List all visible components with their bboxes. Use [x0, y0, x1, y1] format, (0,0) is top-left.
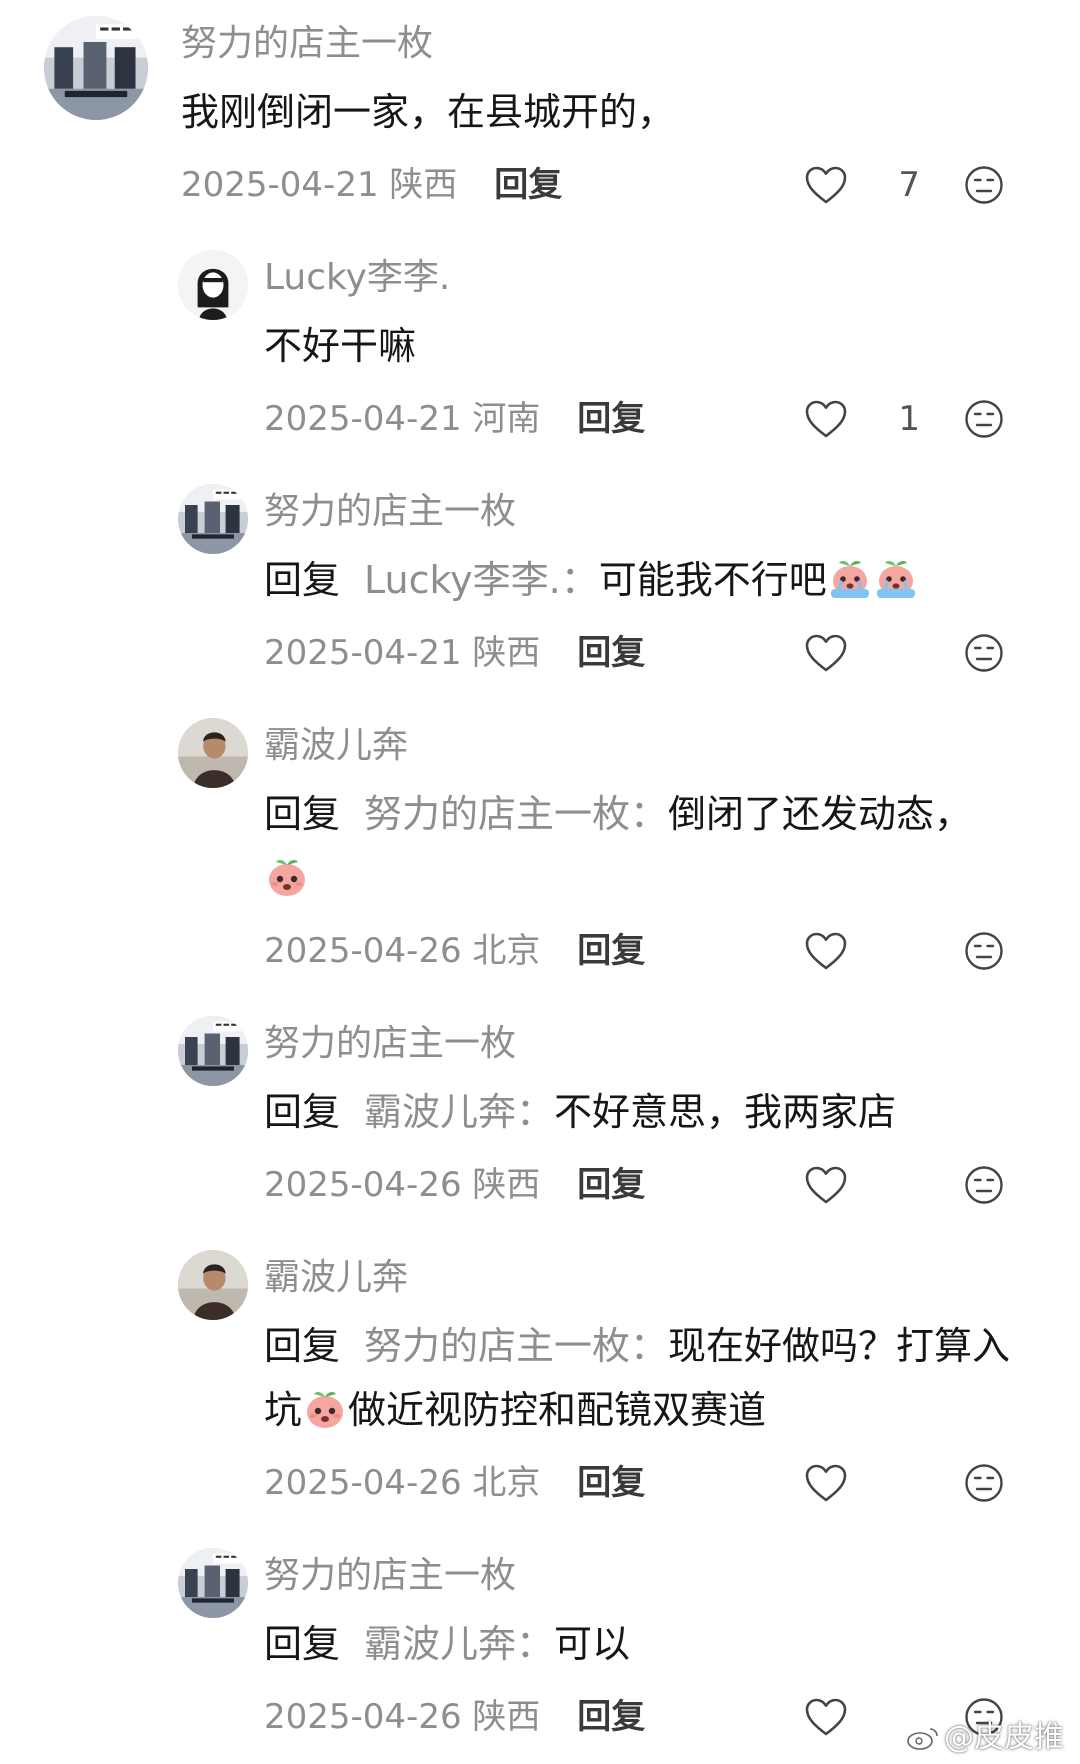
- mention-link[interactable]: 霸波儿奔：: [364, 1622, 554, 1666]
- neutral-face-icon: [964, 1165, 1004, 1205]
- mention-link[interactable]: 努力的店主一枚：: [364, 792, 668, 836]
- comment-date: 2025-04-26: [264, 931, 462, 971]
- reply-prefix: 回复: [264, 1090, 341, 1134]
- reply-prefix: 回复: [264, 1622, 341, 1666]
- comment-text: 回复 霸波儿奔：可以: [264, 1612, 1024, 1676]
- comment-date: 2025-04-26: [264, 1463, 462, 1503]
- username[interactable]: 霸波儿奔: [264, 1256, 408, 1300]
- username[interactable]: 努力的店主一枚: [264, 490, 516, 534]
- username[interactable]: 努力的店主一枚: [181, 22, 433, 66]
- heart-outline-icon: [804, 399, 848, 439]
- reply-prefix: 回复: [264, 558, 341, 602]
- watermark-text: @皮皮推: [944, 1720, 1064, 1755]
- heart-outline-icon: [804, 165, 848, 205]
- comment-location: 陕西: [472, 1697, 541, 1737]
- heart-outline-icon: [804, 1463, 848, 1503]
- reply-button[interactable]: 回复: [577, 1165, 645, 1205]
- reply-prefix: 回复: [264, 1324, 341, 1368]
- comment-text: 回复 努力的店主一枚：现在好做吗？打算入坑 做近视防控和配镜双赛道: [264, 1314, 1024, 1442]
- avatar[interactable]: [178, 1250, 248, 1320]
- comment-body-continued: 做近视防控和配镜双赛道: [348, 1388, 767, 1432]
- comment-text: 不好干嘛: [264, 324, 417, 368]
- comment-text: 回复 努力的店主一枚：倒闭了还发动态，: [264, 782, 1024, 910]
- like-button[interactable]: [804, 931, 848, 971]
- avatar[interactable]: [178, 1016, 248, 1086]
- like-button[interactable]: [804, 633, 848, 673]
- like-count: 1: [898, 399, 920, 439]
- username[interactable]: Lucky李李.: [264, 256, 450, 300]
- comment-meta: 2025-04-26 陕西 回复: [264, 1163, 645, 1207]
- react-button[interactable]: [964, 1463, 1004, 1503]
- comment-location: 北京: [472, 931, 541, 971]
- peach-sticker-icon: [873, 555, 919, 601]
- react-button[interactable]: [964, 1165, 1004, 1205]
- heart-outline-icon: [804, 1165, 848, 1205]
- comment-date: 2025-04-21: [181, 165, 379, 205]
- reply-button[interactable]: 回复: [577, 1697, 645, 1737]
- username[interactable]: 努力的店主一枚: [264, 1554, 516, 1598]
- like-count: 7: [898, 165, 920, 205]
- neutral-face-icon: [964, 931, 1004, 971]
- comment-location: 陕西: [389, 165, 458, 205]
- comment-meta: 2025-04-21 陕西 回复: [181, 163, 562, 207]
- comment-location: 陕西: [472, 1165, 541, 1205]
- comment-date: 2025-04-26: [264, 1697, 462, 1737]
- reply-button[interactable]: 回复: [577, 399, 645, 439]
- like-button[interactable]: [804, 1697, 848, 1737]
- reply-prefix: 回复: [264, 792, 341, 836]
- comment-text: 回复 Lucky李李.：可能我不行吧: [264, 548, 1024, 612]
- heart-outline-icon: [804, 633, 848, 673]
- reply-button[interactable]: 回复: [577, 1463, 645, 1503]
- comment-body: 倒闭了还发动态，: [668, 792, 973, 836]
- like-button[interactable]: [804, 1463, 848, 1503]
- avatar[interactable]: [44, 16, 148, 120]
- comment-date: 2025-04-26: [264, 1165, 462, 1205]
- comment-date: 2025-04-21: [264, 399, 462, 439]
- username[interactable]: 霸波儿奔: [264, 724, 408, 768]
- avatar[interactable]: [178, 484, 248, 554]
- reply-button[interactable]: 回复: [577, 931, 645, 971]
- comment-meta: 2025-04-26 陕西 回复: [264, 1695, 645, 1739]
- avatar[interactable]: [178, 718, 248, 788]
- neutral-face-icon: [964, 399, 1004, 439]
- heart-outline-icon: [804, 1697, 848, 1737]
- avatar[interactable]: [178, 250, 248, 320]
- comment-body: 不好意思，我两家店: [554, 1090, 897, 1134]
- comment-text: 回复 霸波儿奔：不好意思，我两家店: [264, 1080, 1024, 1144]
- comment-location: 陕西: [472, 633, 541, 673]
- comment-location: 北京: [472, 1463, 541, 1503]
- like-button[interactable]: [804, 399, 848, 439]
- react-button[interactable]: [964, 399, 1004, 439]
- like-button[interactable]: [804, 1165, 848, 1205]
- comment-meta: 2025-04-21 河南 回复: [264, 397, 645, 441]
- react-button[interactable]: [964, 633, 1004, 673]
- comment-body: 可以: [554, 1622, 631, 1666]
- mention-link[interactable]: 霸波儿奔：: [364, 1090, 554, 1134]
- watermark: @皮皮推: [906, 1718, 1064, 1758]
- neutral-face-icon: [964, 165, 1004, 205]
- heart-outline-icon: [804, 931, 848, 971]
- neutral-face-icon: [964, 633, 1004, 673]
- comment-location: 河南: [472, 399, 541, 439]
- comment-date: 2025-04-21: [264, 633, 462, 673]
- mention-link[interactable]: Lucky李李.：: [364, 558, 599, 602]
- neutral-face-icon: [964, 1463, 1004, 1503]
- comment-meta: 2025-04-26 北京 回复: [264, 1461, 645, 1505]
- comment-body: 可能我不行吧: [598, 558, 827, 602]
- avatar[interactable]: [178, 1548, 248, 1618]
- reply-button[interactable]: 回复: [494, 165, 562, 205]
- react-button[interactable]: [964, 931, 1004, 971]
- mention-link[interactable]: 努力的店主一枚：: [364, 1324, 668, 1368]
- reply-button[interactable]: 回复: [577, 633, 645, 673]
- react-button[interactable]: [964, 165, 1004, 205]
- like-button[interactable]: [804, 165, 848, 205]
- peach-sticker-icon: [302, 1385, 348, 1431]
- comment-meta: 2025-04-21 陕西 回复: [264, 631, 645, 675]
- comment-text: 我刚倒闭一家，在县城开的，: [181, 90, 676, 134]
- peach-sticker-icon: [264, 853, 310, 899]
- username[interactable]: 努力的店主一枚: [264, 1022, 516, 1066]
- peach-sticker-icon: [827, 555, 873, 601]
- comment-meta: 2025-04-26 北京 回复: [264, 929, 645, 973]
- weibo-logo-icon: [906, 1723, 940, 1751]
